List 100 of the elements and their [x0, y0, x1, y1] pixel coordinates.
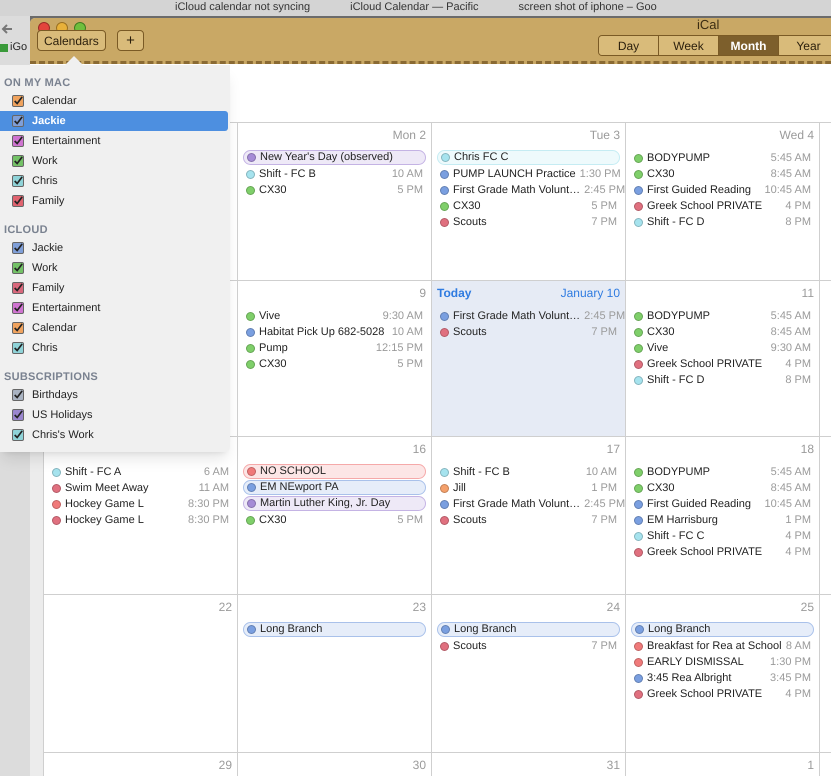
event-time: 10 AM [392, 166, 423, 182]
view-tab[interactable]: Day [599, 36, 659, 55]
checkbox[interactable] [12, 135, 24, 147]
event-title[interactable]: Shift - FC C [647, 528, 782, 544]
event-title[interactable]: Greek School PRIVATE [647, 198, 782, 214]
calendar-item[interactable]: Family [0, 278, 228, 298]
event-title[interactable]: Jill [453, 480, 588, 496]
event-title[interactable]: Greek School PRIVATE [647, 686, 782, 702]
event-title[interactable]: CX30 [259, 356, 394, 372]
event-title[interactable]: CX30 [647, 480, 767, 496]
event-title[interactable]: Scouts [453, 512, 588, 528]
calendar-item[interactable]: Work [0, 258, 228, 278]
event-title[interactable]: Scouts [453, 214, 588, 230]
event-time: 10:45 AM [764, 496, 811, 512]
event-title[interactable]: Scouts [453, 638, 588, 654]
browser-tab[interactable]: iCloud Calendar — Pacific [350, 0, 479, 14]
event-title[interactable]: Greek School PRIVATE [647, 356, 782, 372]
event-time: 2:45 PM [584, 182, 626, 198]
calendar-item[interactable]: Jackie [0, 238, 228, 258]
checkbox[interactable] [12, 115, 24, 127]
all-day-event[interactable]: Chris FC C [437, 150, 620, 165]
calendars-button[interactable]: Calendars [37, 30, 106, 51]
window-title: iCal [697, 18, 720, 32]
all-day-event[interactable]: Long Branch [631, 622, 814, 637]
event-time: 8:45 AM [770, 166, 811, 182]
checkbox[interactable] [12, 409, 24, 421]
calendar-item[interactable]: Calendar [0, 91, 228, 111]
calendar-item[interactable]: Entertainment [0, 131, 228, 151]
event-title[interactable]: Swim Meet Away [65, 480, 195, 496]
all-day-event[interactable]: NO SCHOOL [243, 464, 426, 479]
event-title[interactable]: Pump [259, 340, 372, 356]
event-title[interactable]: PUMP LAUNCH Practice [453, 166, 576, 182]
event-title[interactable]: Shift - FC A [65, 464, 200, 480]
checkbox[interactable] [12, 175, 24, 187]
event-title[interactable]: CX30 [453, 198, 588, 214]
event-title[interactable]: First Grade Math Volunt… [453, 496, 580, 512]
view-tab[interactable]: Week [659, 36, 719, 55]
all-day-event[interactable]: EM NEwport PA [243, 480, 426, 495]
checkbox[interactable] [12, 342, 24, 354]
browser-tab[interactable]: iCloud calendar not syncing [175, 0, 310, 14]
checkbox[interactable] [12, 282, 24, 294]
checkbox[interactable] [12, 389, 24, 401]
event-title[interactable]: Vive [259, 308, 379, 324]
event-title[interactable]: Habitat Pick Up 682-5028 [259, 324, 388, 340]
all-day-event[interactable]: New Year's Day (observed) [243, 150, 426, 165]
calendar-item[interactable]: Entertainment [0, 298, 228, 318]
event-title[interactable]: Greek School PRIVATE [647, 544, 782, 560]
checkbox[interactable] [12, 242, 24, 254]
event-title[interactable]: CX30 [259, 512, 394, 528]
day-number: Tue 3 [590, 127, 620, 144]
event-title[interactable]: Shift - FC B [453, 464, 582, 480]
day-number: 31 [606, 757, 620, 774]
event-title[interactable]: First Grade Math Volunt… [453, 182, 580, 198]
calendar-item[interactable]: Birthdays [0, 385, 228, 405]
all-day-event[interactable]: Long Branch [243, 622, 426, 637]
calendar-item[interactable]: Chris [0, 338, 228, 358]
event-title[interactable]: Hockey Game L [65, 512, 184, 528]
event-title[interactable]: Hockey Game L [65, 496, 184, 512]
checkbox[interactable] [12, 429, 24, 441]
event-title[interactable]: EM Harrisburg [647, 512, 782, 528]
checkbox[interactable] [12, 322, 24, 334]
browser-tab[interactable]: screen shot of iphone – Goo [518, 0, 657, 14]
event-title[interactable]: First Grade Math Volunt… [453, 308, 580, 324]
calendar-item[interactable]: Chris's Work [0, 425, 228, 445]
calendar-item[interactable]: Calendar [0, 318, 228, 338]
event-title[interactable]: EARLY DISMISSAL [647, 654, 766, 670]
day-number: 11 [802, 285, 814, 302]
all-day-event[interactable]: Long Branch [437, 622, 620, 637]
checkbox[interactable] [12, 155, 24, 167]
all-day-event[interactable]: Martin Luther King, Jr. Day [243, 496, 426, 511]
add-button[interactable]: + [117, 30, 144, 51]
event-title[interactable]: CX30 [259, 182, 394, 198]
event-title[interactable]: BODYPUMP [647, 308, 767, 324]
event-time: 5 PM [397, 356, 423, 372]
event-title[interactable]: Scouts [453, 324, 588, 340]
event-title[interactable]: Shift - FC D [647, 372, 782, 388]
event-title[interactable]: Vive [647, 340, 767, 356]
event-title[interactable]: First Guided Reading [647, 496, 761, 512]
view-tab[interactable]: Year [779, 36, 831, 55]
view-tab[interactable]: Month [719, 36, 779, 55]
event-title[interactable]: Shift - FC B [259, 166, 388, 182]
checkbox[interactable] [12, 95, 24, 107]
event-title[interactable]: Shift - FC D [647, 214, 782, 230]
event-title[interactable]: First Guided Reading [647, 182, 761, 198]
event-title[interactable]: BODYPUMP [647, 150, 767, 166]
calendar-item[interactable]: Work [0, 151, 228, 171]
checkbox[interactable] [12, 262, 24, 274]
calendar-item[interactable]: US Holidays [0, 405, 228, 425]
calendar-item[interactable]: Chris [0, 171, 228, 191]
event-time: 9:30 AM [770, 340, 811, 356]
bookmark-link[interactable]: iGo [10, 42, 28, 53]
event-title[interactable]: CX30 [647, 324, 767, 340]
checkbox[interactable] [12, 195, 24, 207]
back-arrow-icon[interactable] [0, 22, 14, 36]
calendar-item[interactable]: Family [0, 191, 228, 211]
event-title[interactable]: BODYPUMP [647, 464, 767, 480]
event-title[interactable]: Breakfast for Rea at School [647, 638, 782, 654]
checkbox[interactable] [12, 302, 24, 314]
event-title[interactable]: 3:45 Rea Albright [647, 670, 766, 686]
event-title[interactable]: CX30 [647, 166, 767, 182]
